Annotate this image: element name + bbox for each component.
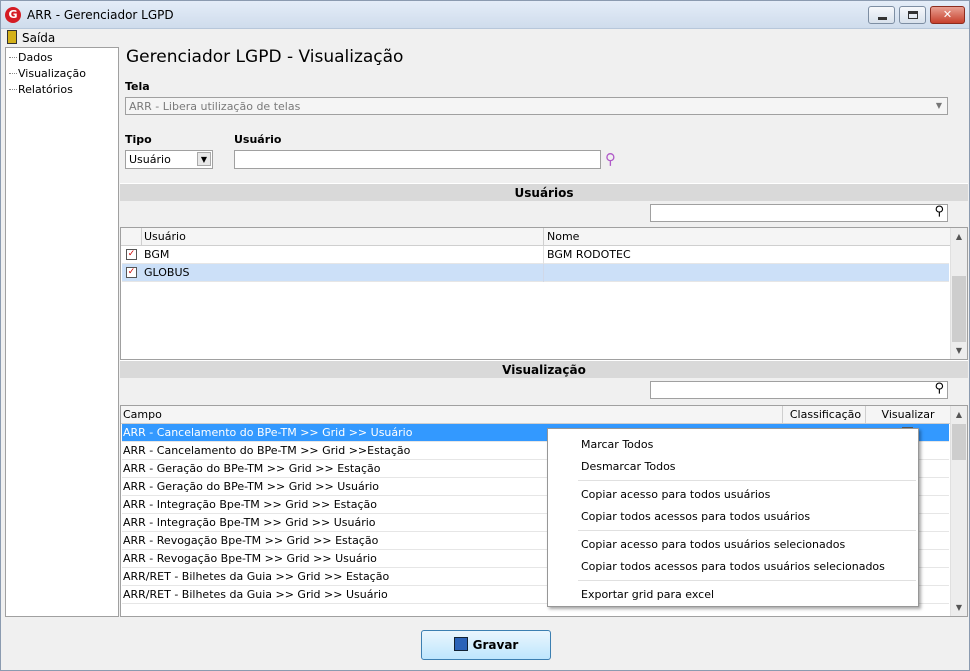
floppy-disk-icon [453,637,468,651]
view-section-header: Visualização [120,360,968,378]
column-header-campo[interactable]: Campo [123,406,783,424]
type-label: Tipo [125,133,152,146]
menu-item-exportar-excel[interactable]: Exportar grid para excel [581,588,714,601]
users-section-header: Usuários [120,183,968,201]
window-title: ARR - Gerenciador LGPD [27,8,174,22]
chevron-down-icon: ▼ [197,152,211,166]
maximize-button[interactable] [899,6,926,24]
sidebar-item-label: Visualização [18,67,86,80]
column-header-nome[interactable]: Nome [547,228,947,246]
menu-separator [578,580,916,581]
search-icon[interactable]: ⚲ [605,150,616,168]
view-filter-input[interactable]: ⚲ [650,381,948,399]
cell-usuario: BGM [144,246,544,264]
minimize-icon [878,17,887,20]
view-scrollbar[interactable]: ▲ ▼ [950,406,967,616]
type-select[interactable]: Usuário ▼ [125,150,213,169]
screen-label: Tela [125,80,150,93]
table-row[interactable]: ✓ BGM BGM RODOTEC [122,246,949,264]
maximize-icon [908,11,918,19]
search-icon[interactable]: ⚲ [934,204,944,219]
column-header-visualizar[interactable]: Visualizar [868,406,948,424]
scroll-thumb[interactable] [952,276,966,342]
users-scrollbar[interactable]: ▲ ▼ [950,228,967,359]
menu-item-copiar-acesso-selecionados[interactable]: Copiar acesso para todos usuários seleci… [581,538,845,551]
cell-usuario: GLOBUS [144,264,544,282]
table-row-selected[interactable]: ✓ GLOBUS [122,264,949,282]
scroll-down-icon[interactable]: ▼ [951,342,967,359]
scroll-down-icon[interactable]: ▼ [951,599,967,616]
context-menu: Marcar Todos Desmarcar Todos Copiar aces… [547,428,919,607]
app-logo-icon: G [5,7,21,23]
menu-bar [1,29,969,47]
app-window: G ARR - Gerenciador LGPD ✕ Saída Dados V… [0,0,970,671]
exit-door-icon[interactable] [7,30,17,44]
menu-item-copiar-todos-acessos-todos[interactable]: Copiar todos acessos para todos usuários [581,510,810,523]
column-header-usuario[interactable]: Usuário [144,228,544,246]
menu-item-copiar-acesso-todos[interactable]: Copiar acesso para todos usuários [581,488,770,501]
scroll-up-icon[interactable]: ▲ [951,228,967,245]
screen-select[interactable]: ARR - Libera utilização de telas ▼ [125,97,948,115]
save-button[interactable]: Gravar [421,630,551,660]
search-icon[interactable]: ⚲ [934,381,944,396]
column-header-classificacao[interactable]: Classificação [786,406,866,424]
menu-exit[interactable]: Saída [22,31,55,45]
page-title: Gerenciador LGPD - Visualização [126,47,404,67]
cell-nome: BGM RODOTEC [547,248,631,261]
minimize-button[interactable] [868,6,895,24]
save-button-label: Gravar [472,638,519,652]
menu-item-marcar-todos[interactable]: Marcar Todos [581,438,653,451]
chevron-down-icon: ▼ [935,101,943,110]
sidebar-item-relatorios[interactable]: Relatórios [9,83,73,96]
sidebar-item-label: Relatórios [18,83,73,96]
menu-item-copiar-todos-acessos-selecionados[interactable]: Copiar todos acessos para todos usuários… [581,560,885,573]
menu-separator [578,480,916,481]
scroll-up-icon[interactable]: ▲ [951,406,967,423]
view-grid-header: Campo Classificação Visualizar [121,406,950,424]
user-input[interactable] [234,150,601,169]
menu-separator [578,530,916,531]
sidebar-item-visualizacao[interactable]: Visualização [9,67,86,80]
row-checkbox[interactable]: ✓ [126,267,137,278]
scroll-thumb[interactable] [952,424,966,460]
users-grid-header: Usuário Nome [121,228,950,246]
screen-select-value: ARR - Libera utilização de telas [129,100,301,113]
sidebar-tree: Dados Visualização Relatórios [5,47,119,617]
user-label: Usuário [234,133,282,146]
sidebar-item-dados[interactable]: Dados [9,51,53,64]
close-icon: ✕ [942,8,953,21]
menu-item-desmarcar-todos[interactable]: Desmarcar Todos [581,460,676,473]
title-bar: G ARR - Gerenciador LGPD ✕ [1,1,969,29]
row-checkbox[interactable]: ✓ [126,249,137,260]
type-select-value: Usuário [129,153,171,166]
sidebar-item-label: Dados [18,51,53,64]
close-button[interactable]: ✕ [930,6,965,24]
users-grid: Usuário Nome ✓ BGM BGM RODOTEC ✓ GLOBUS … [120,227,968,360]
users-filter-input[interactable]: ⚲ [650,204,948,222]
